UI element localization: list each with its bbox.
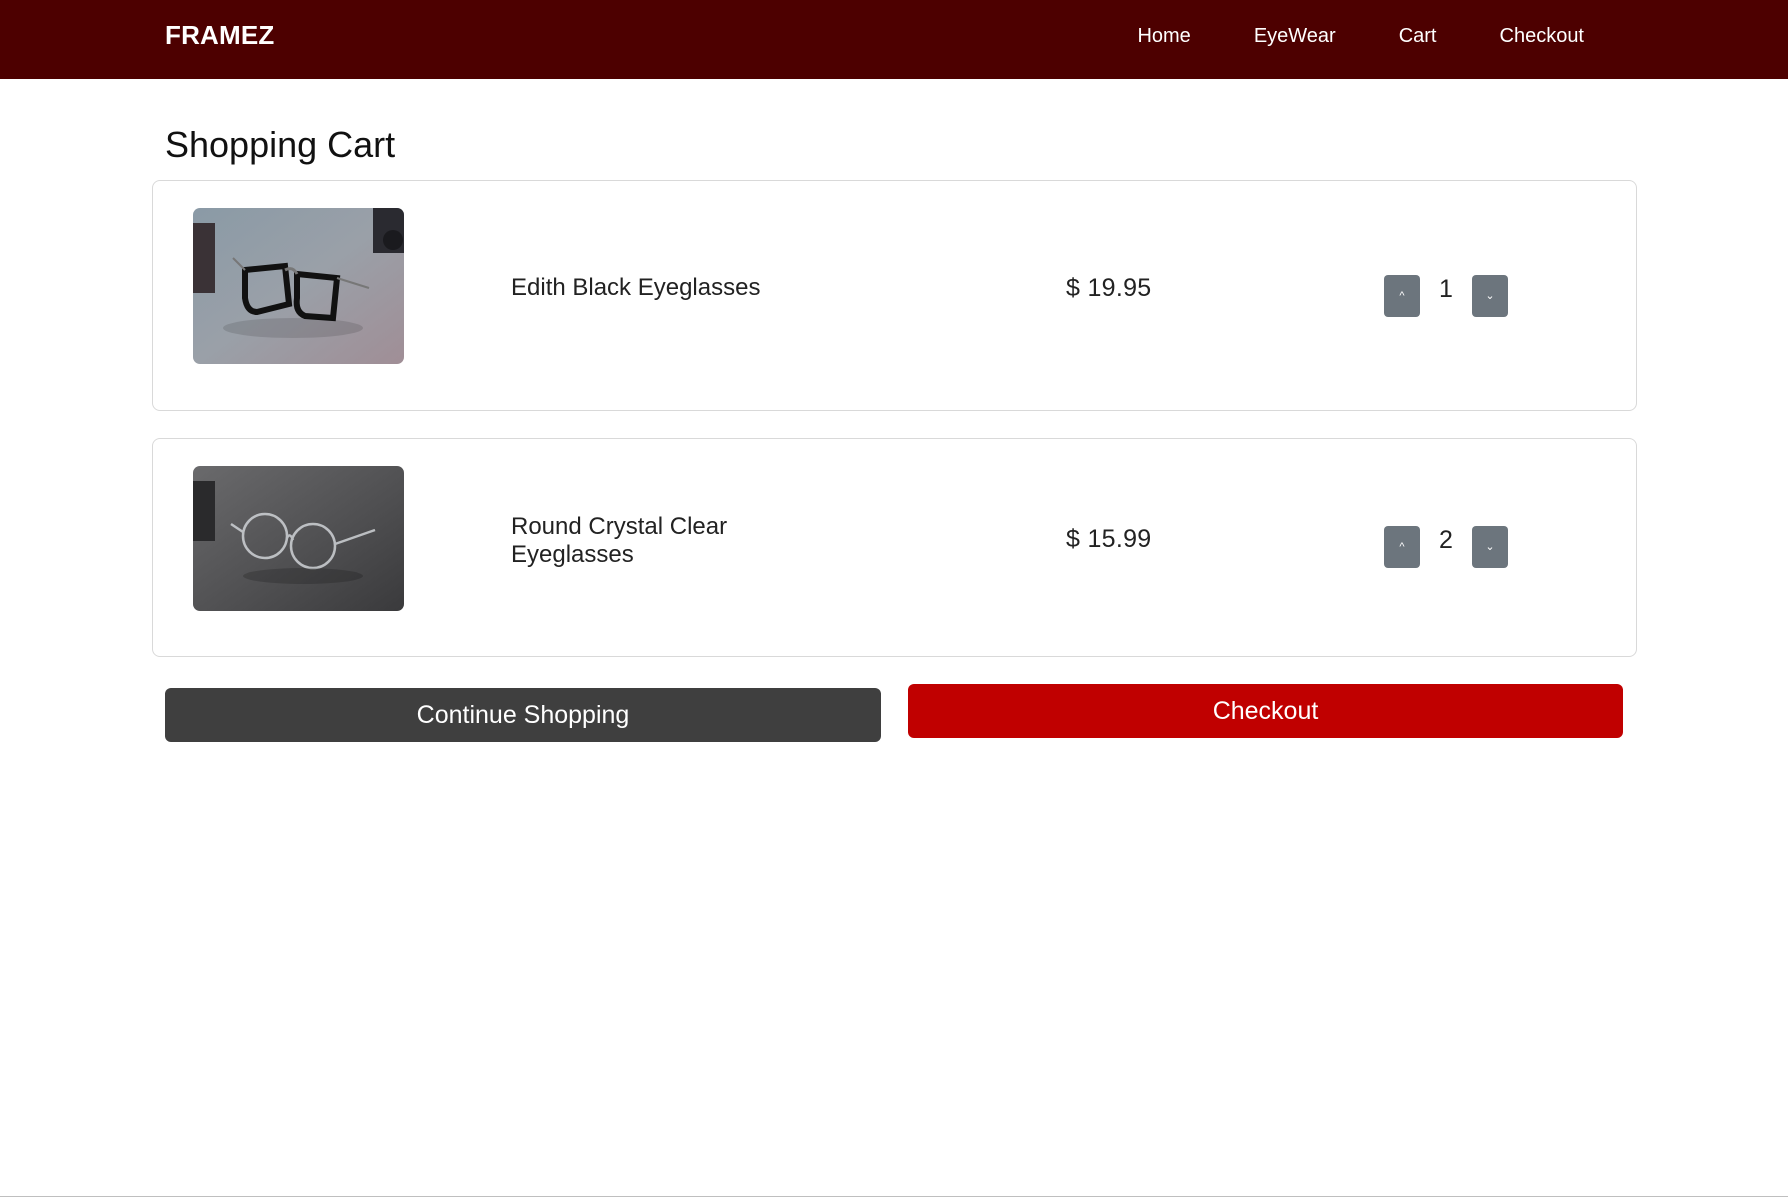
nav-link-eyewear[interactable]: EyeWear: [1254, 23, 1336, 49]
product-image: [193, 466, 404, 611]
chevron-up-icon: ^: [1399, 541, 1405, 553]
page-title: Shopping Cart: [165, 124, 396, 165]
quantity-stepper: ^ 2 ⌄: [1384, 526, 1508, 568]
item-price: $ 19.95: [1066, 274, 1152, 302]
cart-item-card: Edith Black Eyeglasses $ 19.95 ^ 1 ⌄: [152, 180, 1637, 411]
top-navbar: FRAMEZ Home EyeWear Cart Checkout: [0, 0, 1788, 79]
quantity-decrease-button[interactable]: ⌄: [1472, 275, 1508, 317]
quantity-stepper: ^ 1 ⌄: [1384, 275, 1508, 317]
item-price: $ 15.99: [1066, 525, 1152, 553]
item-name: Round Crystal Clear Eyeglasses: [511, 513, 728, 568]
nav-link-checkout[interactable]: Checkout: [1500, 23, 1585, 49]
quantity-increase-button[interactable]: ^: [1384, 275, 1420, 317]
quantity-increase-button[interactable]: ^: [1384, 526, 1420, 568]
nav-link-home[interactable]: Home: [1137, 23, 1190, 49]
checkout-button[interactable]: Checkout: [908, 684, 1623, 738]
product-image: [193, 208, 404, 364]
nav-links: Home EyeWear Cart Checkout: [1074, 23, 1584, 49]
chevron-down-icon: ⌄: [1485, 541, 1495, 553]
item-name: Edith Black Eyeglasses: [511, 274, 761, 301]
quantity-value: 1: [1439, 275, 1453, 303]
nav-link-cart[interactable]: Cart: [1399, 23, 1437, 49]
quantity-value: 2: [1439, 526, 1453, 554]
chevron-down-icon: ⌄: [1485, 290, 1495, 302]
cart-item-card: Round Crystal Clear Eyeglasses $ 15.99 ^…: [152, 438, 1637, 657]
continue-shopping-button[interactable]: Continue Shopping: [165, 688, 881, 742]
chevron-up-icon: ^: [1399, 290, 1405, 302]
brand-logo[interactable]: FRAMEZ: [165, 20, 275, 51]
quantity-decrease-button[interactable]: ⌄: [1472, 526, 1508, 568]
